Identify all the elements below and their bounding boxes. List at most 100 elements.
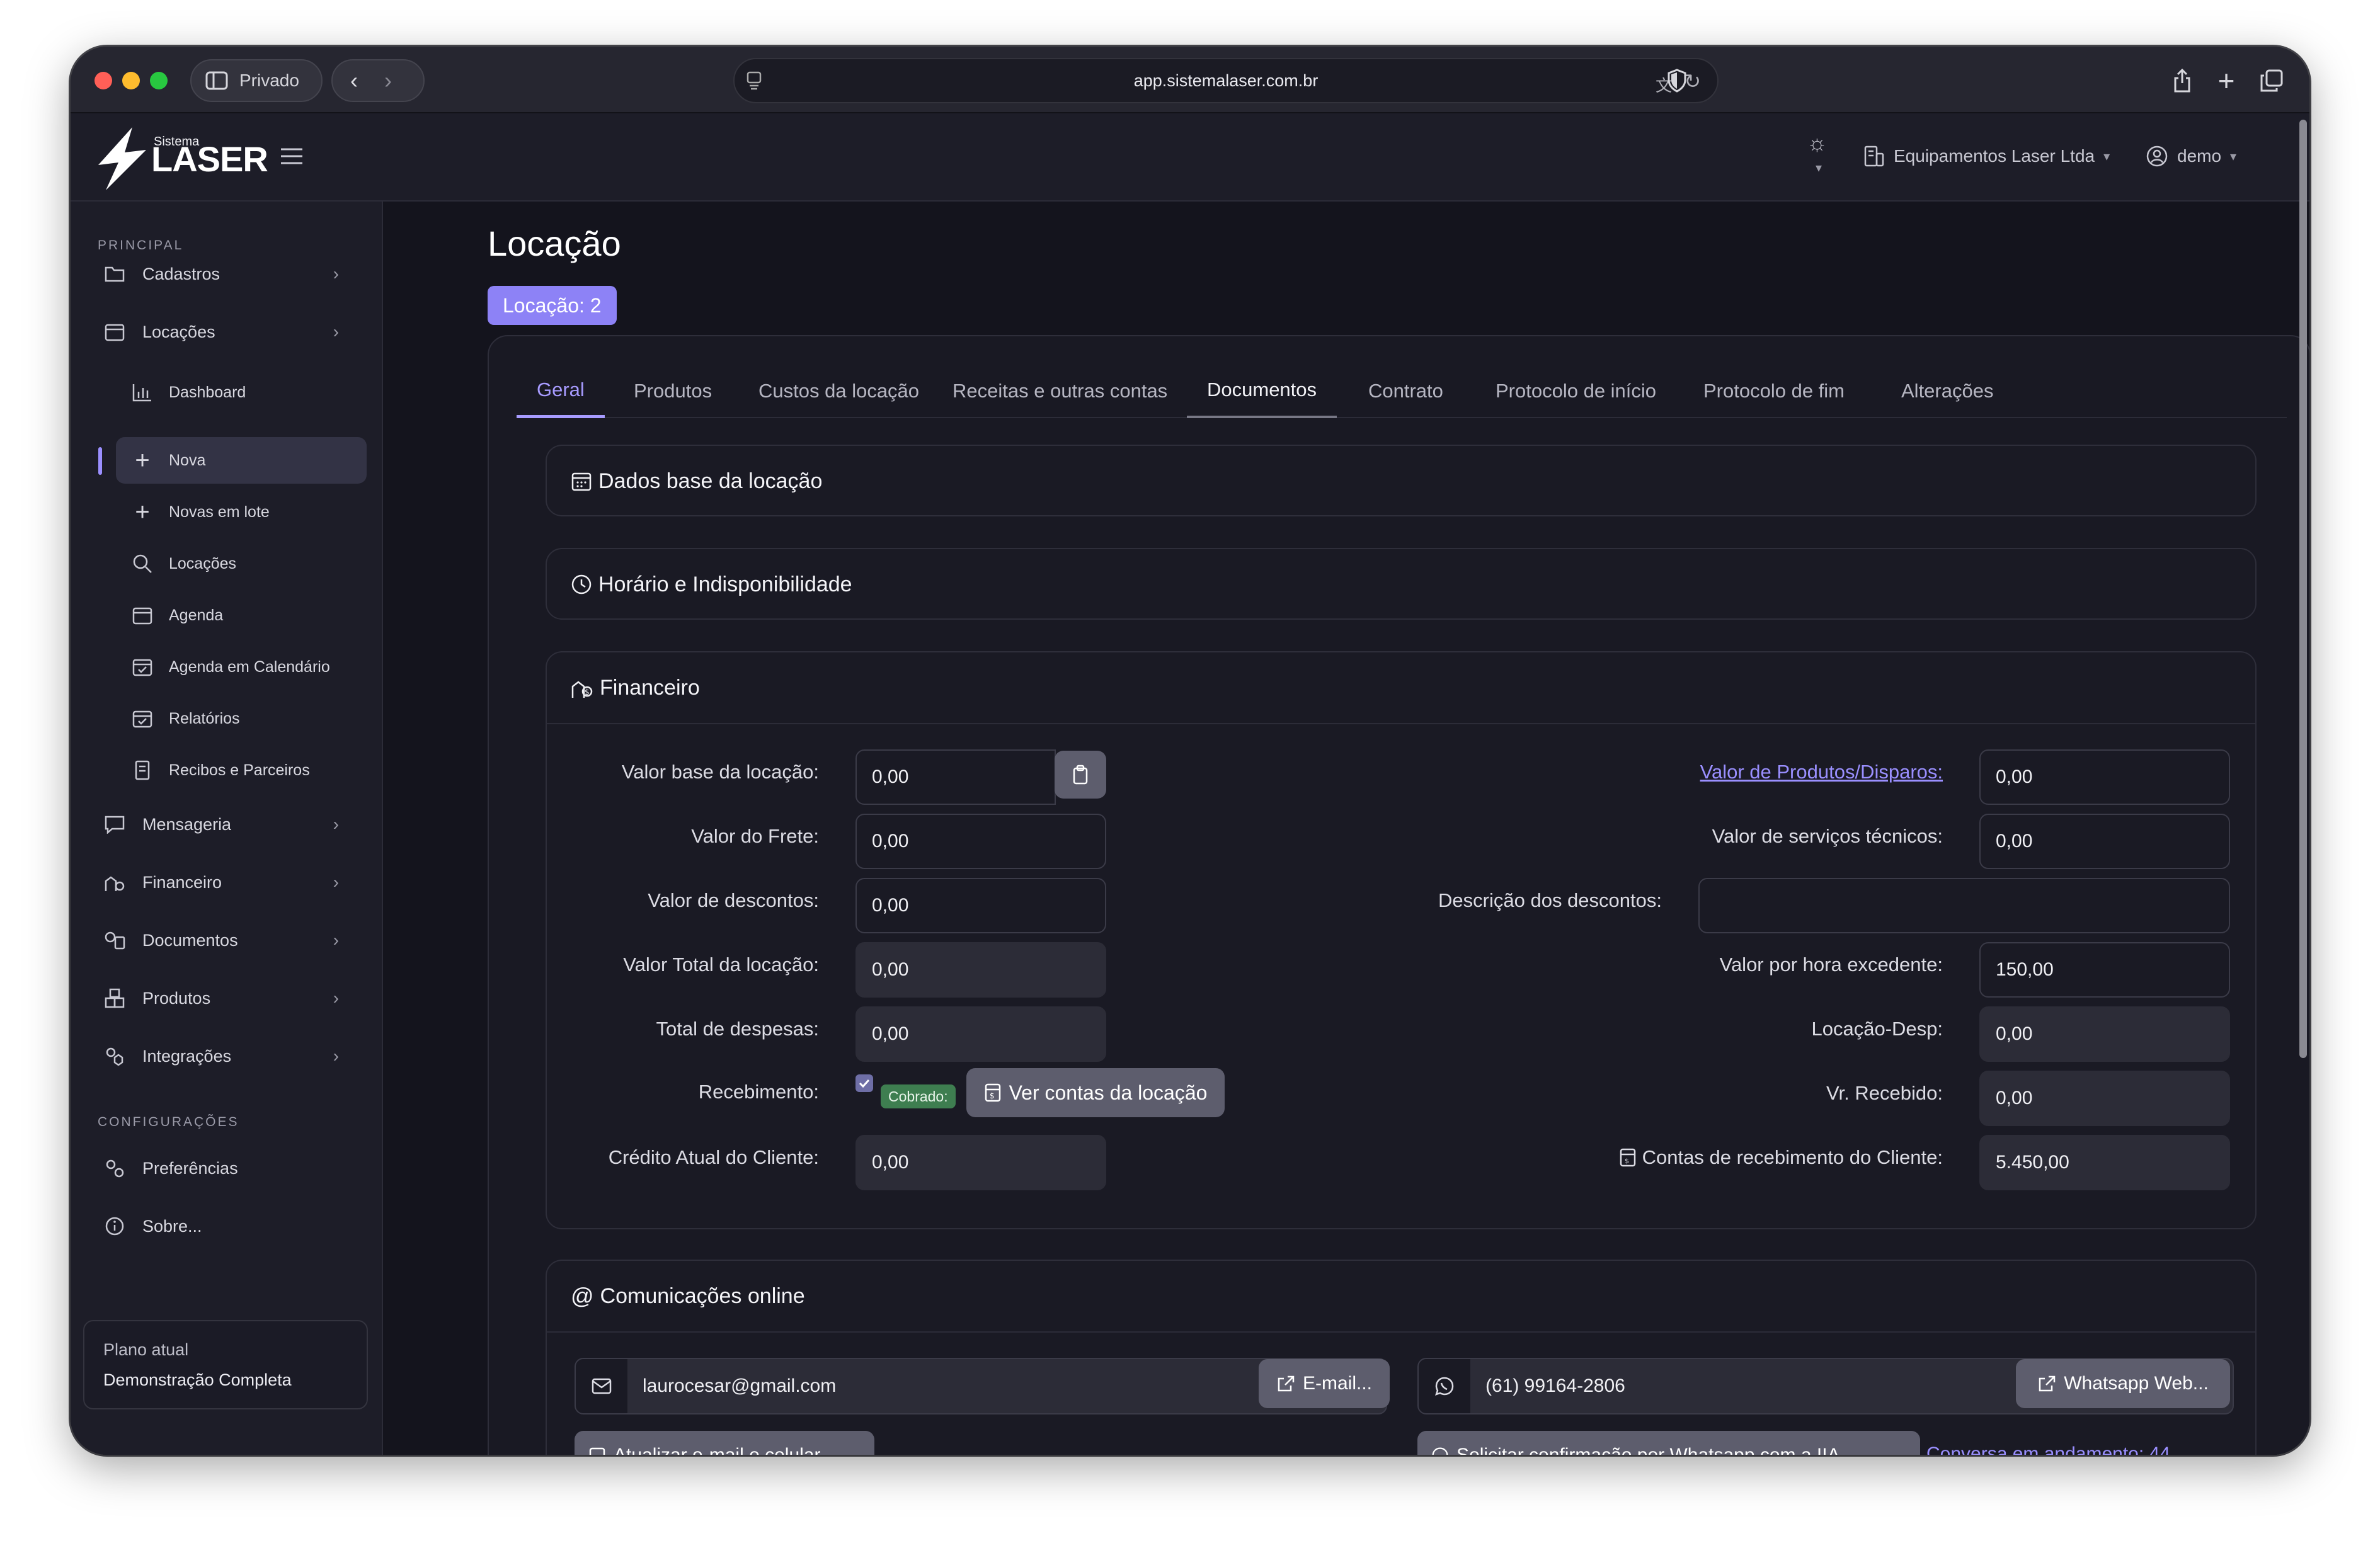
descontos-input[interactable]: 0,00 <box>855 878 1106 933</box>
sidebar-subitem-locacoes[interactable]: Locações <box>116 540 367 587</box>
locacao-desp-input: 0,00 <box>1979 1006 2230 1062</box>
section-title: Financeiro <box>600 675 700 700</box>
zoom-window-button[interactable] <box>150 72 168 89</box>
sidebar-subitem-nova[interactable]: + Nova <box>116 437 367 484</box>
phone-input[interactable]: (61) 99164-2806 <box>1485 1375 1625 1397</box>
hora-excedente-input[interactable]: 150,00 <box>1979 942 2230 998</box>
email-input[interactable]: laurocesar@gmail.com <box>643 1375 836 1397</box>
sidebar-item-documentos[interactable]: Documentos › <box>91 917 355 964</box>
tab-protocolo-inicio[interactable]: Protocolo de início <box>1475 364 1676 418</box>
sidebar-subitem-novas-lote[interactable]: + Novas em lote <box>116 489 367 535</box>
section-dados-base[interactable]: Dados base da locação <box>546 445 2257 516</box>
whatsapp-icon <box>1431 1447 1449 1455</box>
tab-protocolo-fim[interactable]: Protocolo de fim <box>1683 364 1865 418</box>
cobrado-badge: Cobrado: <box>881 1084 956 1108</box>
calculator-button[interactable] <box>1055 751 1106 799</box>
conversa-link[interactable]: Conversa em andamento: 44 <box>1926 1443 2170 1455</box>
chevron-right-icon: › <box>333 322 339 341</box>
sidebar-subitem-label: Relatórios <box>169 709 240 727</box>
hora-excedente-label: Valor por hora excedente: <box>1719 953 1943 976</box>
sidebar-item-locacoes[interactable]: Locações › <box>91 309 355 355</box>
address-bar[interactable]: app.sistemalaser.com.br 文 ↻ <box>733 58 1719 103</box>
solicitar-whatsapp-button[interactable]: Solicitar confirmação por Whatsapp com a… <box>1417 1431 1920 1455</box>
section-horario[interactable]: Horário e Indisponibilidade <box>546 548 2257 620</box>
produtos-disparos-input[interactable]: 0,00 <box>1979 749 2230 805</box>
page-settings-icon[interactable] <box>745 71 764 91</box>
sidebar-item-sobre[interactable]: Sobre... <box>91 1203 355 1249</box>
sidebar-subitem-label: Agenda <box>169 606 224 624</box>
user-menu[interactable]: demo ▾ <box>2146 145 2236 168</box>
user-icon <box>2146 145 2168 168</box>
descontos-label: Valor de descontos: <box>648 889 819 911</box>
svg-text:$: $ <box>1625 1157 1629 1165</box>
sidebar-subitem-dashboard[interactable]: Dashboard <box>116 369 367 416</box>
produtos-disparos-link[interactable]: Valor de Produtos/Disparos: <box>1700 761 1943 783</box>
forward-icon[interactable]: › <box>384 67 392 94</box>
chevron-right-icon: › <box>333 264 339 283</box>
browser-window: Privado ‹ › app.sistemalaser.com.br 文 ↻ … <box>71 47 2309 1455</box>
chevron-right-icon: › <box>333 988 339 1008</box>
minimize-window-button[interactable] <box>122 72 140 89</box>
ver-contas-button[interactable]: $ Ver contas da locação <box>966 1068 1225 1117</box>
section-header: Horário e Indisponibilidade <box>571 549 852 620</box>
finance-icon <box>103 871 126 894</box>
frete-input[interactable]: 0,00 <box>855 814 1106 869</box>
browser-toolbar: Privado ‹ › app.sistemalaser.com.br 文 ↻ … <box>71 47 2309 113</box>
valor-base-input[interactable]: 0,00 <box>855 749 1056 805</box>
theme-chevron-icon[interactable]: ▾ <box>1816 160 1822 176</box>
descricao-descontos-input[interactable] <box>1698 878 2230 933</box>
tab-alteracoes[interactable]: Alterações <box>1881 364 2013 418</box>
sidebar-item-produtos[interactable]: Produtos › <box>91 975 355 1022</box>
servicos-input[interactable]: 0,00 <box>1979 814 2230 869</box>
shield-icon[interactable] <box>1662 65 1692 96</box>
ver-contas-label: Ver contas da locação <box>1009 1081 1208 1104</box>
tab-geral[interactable]: Geral <box>517 364 605 418</box>
sidebar-item-cadastros[interactable]: Cadastros › <box>91 251 355 297</box>
scrollbar-thumb[interactable] <box>2299 120 2307 1058</box>
sidebar-subitem-recibos[interactable]: Recibos e Parceiros <box>116 747 367 794</box>
back-icon[interactable]: ‹ <box>350 67 358 94</box>
tab-overview-icon[interactable] <box>2257 65 2287 96</box>
company-selector[interactable]: Equipamentos Laser Ltda ▾ <box>1863 145 2110 168</box>
menu-toggle-icon[interactable] <box>281 147 302 168</box>
locacao-card: Geral Produtos Custos da locação Receita… <box>488 335 2309 1455</box>
search-icon <box>131 552 154 575</box>
tab-contrato[interactable]: Contrato <box>1348 364 1463 418</box>
sidebar-item-financeiro[interactable]: Financeiro › <box>91 859 355 906</box>
email-button[interactable]: E-mail... <box>1259 1359 1390 1408</box>
user-name: demo <box>2177 146 2222 166</box>
sidebar-item-preferencias[interactable]: Preferências <box>91 1145 355 1192</box>
sidebar-item-label: Produtos <box>142 988 211 1008</box>
atualizar-button[interactable]: Atualizar e-mail e celular <box>575 1431 874 1455</box>
tab-documentos[interactable]: Documentos <box>1187 364 1337 418</box>
new-tab-icon[interactable]: + <box>2211 64 2241 97</box>
recebimento-checkbox[interactable] <box>855 1074 873 1092</box>
info-icon <box>103 1215 126 1238</box>
tab-produtos[interactable]: Produtos <box>614 364 732 418</box>
page-title: Locação <box>488 224 621 263</box>
clipboard-icon <box>1072 765 1089 785</box>
sidebar-subitem-label: Locações <box>169 554 237 572</box>
tab-bar: Geral Produtos Custos da locação Receita… <box>517 364 2287 418</box>
close-window-button[interactable] <box>94 72 112 89</box>
laser-logo-icon[interactable] <box>93 126 150 195</box>
receipt-icon <box>131 759 154 782</box>
sidebar-item-mensageria[interactable]: Mensageria › <box>91 801 355 848</box>
section-header[interactable]: @ Comunicações online <box>571 1261 805 1331</box>
private-tab-chip[interactable]: Privado <box>190 59 323 102</box>
divider <box>547 1331 2255 1333</box>
sidebar-subitem-label: Recibos e Parceiros <box>169 761 310 779</box>
whatsapp-web-button[interactable]: Whatsapp Web... <box>2016 1359 2230 1408</box>
tab-custos[interactable]: Custos da locação <box>738 364 939 418</box>
sidebar-subitem-label: Dashboard <box>169 383 246 401</box>
tab-receitas[interactable]: Receitas e outras contas <box>932 364 1187 418</box>
sidebar-subitem-relatorios[interactable]: Relatórios <box>116 695 367 742</box>
sidebar-item-integracoes[interactable]: Integrações › <box>91 1033 355 1079</box>
section-header[interactable]: $ Financeiro <box>571 652 700 723</box>
share-icon[interactable] <box>2167 65 2197 96</box>
sidebar-subitem-agenda-calendario[interactable]: Agenda em Calendário <box>116 644 367 690</box>
plan-label: Plano atual <box>103 1340 189 1359</box>
sidebar-item-label: Sobre... <box>142 1216 202 1236</box>
sidebar-subitem-agenda[interactable]: Agenda <box>116 592 367 639</box>
theme-toggle-icon[interactable]: ☼ <box>1807 130 1828 156</box>
